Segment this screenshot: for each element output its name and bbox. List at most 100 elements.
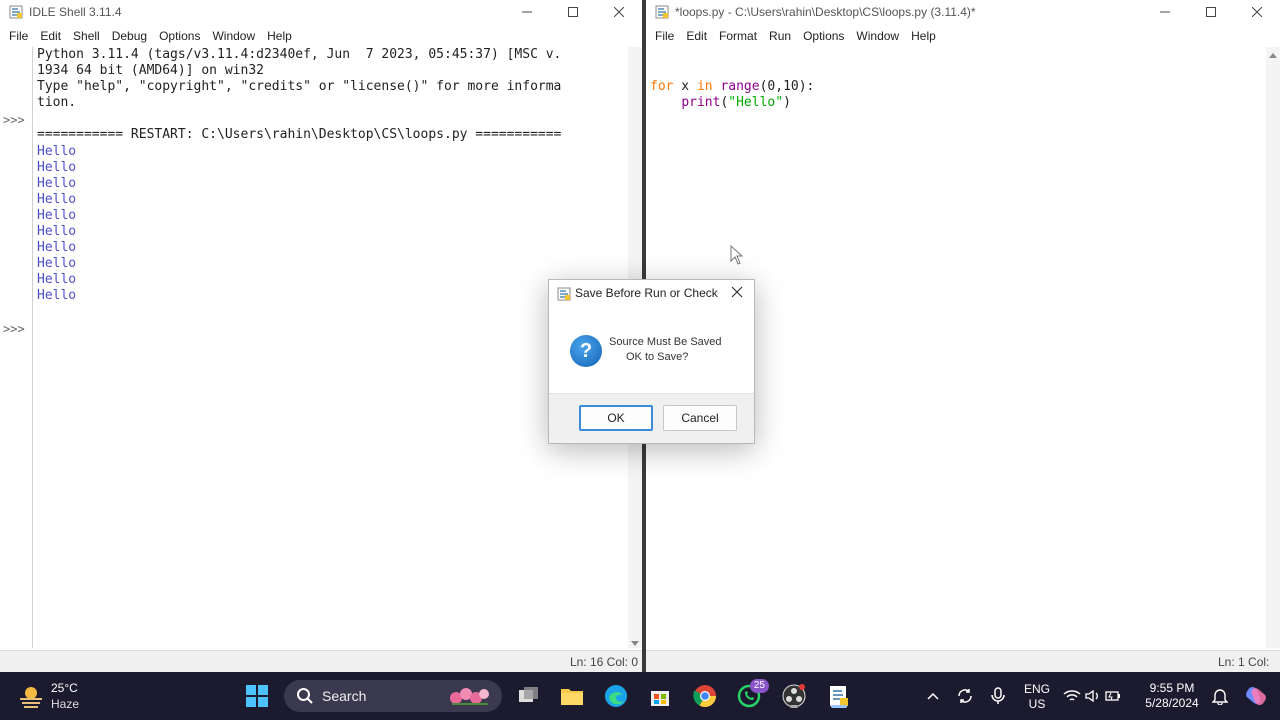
network-volume-battery-button[interactable] — [1062, 682, 1122, 710]
code-builtin: range — [720, 79, 760, 94]
code-line-1: for x in range(0,10): — [650, 79, 814, 95]
editor-menu-edit[interactable]: Edit — [680, 26, 713, 46]
code-keyword: in — [696, 79, 713, 94]
save-before-run-dialog: Save Before Run or Check ? Source Must B… — [548, 279, 755, 444]
wifi-icon — [1063, 690, 1081, 701]
chrome-button[interactable] — [691, 682, 719, 710]
folder-icon — [561, 689, 583, 705]
close-icon — [731, 286, 743, 298]
whatsapp-button[interactable]: 25 — [735, 679, 769, 710]
editor-statusbar: Ln: 1 Col: — [646, 650, 1280, 672]
code-args: (0,10): — [759, 79, 815, 94]
shell-output-line: Hello — [37, 159, 77, 175]
shell-restart-line: =========== RESTART: C:\Users\rahin\Desk… — [37, 127, 562, 143]
windows-start-icon — [246, 685, 268, 707]
shell-prompt-2: >>> — [3, 322, 25, 336]
shell-menu-window[interactable]: Window — [206, 26, 261, 46]
maximize-icon — [1206, 7, 1216, 17]
weather-widget[interactable] — [18, 684, 44, 711]
language-indicator[interactable]: ENG US — [1022, 682, 1052, 712]
edge-icon — [605, 685, 627, 707]
minimize-icon — [522, 11, 532, 13]
taskbar-search-box[interactable]: Search — [284, 680, 502, 712]
show-hidden-icons-button[interactable] — [921, 682, 945, 710]
editor-menu-window[interactable]: Window — [850, 26, 905, 46]
dialog-title: Save Before Run or Check — [575, 286, 718, 300]
region-code: US — [1028, 697, 1046, 711]
edge-browser-button[interactable] — [602, 682, 630, 710]
chrome-icon — [693, 685, 716, 707]
editor-scrollbar[interactable] — [1266, 47, 1280, 648]
minimize-icon — [1160, 11, 1170, 13]
task-view-icon — [519, 687, 538, 702]
editor-menu-format[interactable]: Format — [713, 26, 763, 46]
shell-menu-shell[interactable]: Shell — [67, 26, 106, 46]
shell-maximize-button[interactable] — [550, 0, 596, 24]
shell-text-area[interactable]: Python 3.11.4 (tags/v3.11.4:d2340ef, Jun… — [37, 47, 622, 305]
start-button[interactable] — [243, 682, 271, 710]
copilot-button[interactable] — [1242, 682, 1270, 710]
idle-taskbar-button[interactable] — [824, 682, 854, 710]
shell-output-line: Hello — [37, 272, 77, 288]
editor-minimize-button[interactable] — [1142, 0, 1188, 24]
close-icon — [614, 7, 624, 17]
sync-tray-button[interactable] — [953, 682, 977, 710]
shell-close-button[interactable] — [596, 0, 642, 24]
shell-output-line: Hello — [37, 207, 77, 223]
file-explorer-button[interactable] — [558, 682, 586, 710]
clock[interactable]: 9:55 PM 5/28/2024 — [1140, 681, 1204, 711]
shell-prompt-1: >>> — [3, 113, 25, 127]
obs-button[interactable] — [780, 682, 808, 710]
editor-menu-options[interactable]: Options — [797, 26, 850, 46]
scroll-down-icon[interactable] — [631, 641, 639, 646]
volume-icon — [1085, 689, 1098, 703]
shell-output-line: Hello — [37, 175, 77, 191]
python-app-icon — [655, 5, 669, 19]
dialog-message-line1: Source Must Be Saved — [609, 336, 722, 348]
code-line-2: print("Hello") — [650, 95, 814, 111]
shell-output-line: Hello — [37, 143, 77, 159]
shell-menu-debug[interactable]: Debug — [106, 26, 153, 46]
editor-close-button[interactable] — [1234, 0, 1280, 24]
weather-temperature: 25°C — [51, 681, 78, 695]
cancel-button[interactable]: Cancel — [663, 405, 737, 431]
chevron-up-icon — [927, 692, 939, 700]
search-icon — [297, 688, 313, 704]
shell-output-line: Hello — [37, 224, 77, 240]
dialog-message-line2: OK to Save? — [626, 351, 689, 363]
python-app-icon — [557, 287, 571, 304]
task-view-button[interactable] — [515, 682, 543, 710]
dialog-footer: OK Cancel — [549, 393, 754, 443]
ok-button[interactable]: OK — [579, 405, 653, 431]
shell-menubar: File Edit Shell Debug Options Window Hel… — [0, 26, 642, 46]
dialog-close-button[interactable] — [731, 286, 745, 300]
language-code: ENG — [1023, 682, 1050, 696]
store-button[interactable] — [646, 682, 674, 710]
shell-cursor-position: Ln: 16 Col: 0 — [569, 655, 638, 669]
shell-menu-edit[interactable]: Edit — [34, 26, 67, 46]
editor-menu-file[interactable]: File — [649, 26, 680, 46]
editor-code-area[interactable]: for x in range(0,10): print("Hello") — [650, 79, 814, 111]
editor-titlebar[interactable]: *loops.py - C:\Users\rahin\Desktop\CS\lo… — [646, 0, 1280, 24]
editor-menu-help[interactable]: Help — [905, 26, 942, 46]
shell-output-line: Hello — [37, 288, 77, 304]
shell-output-line: Hello — [37, 256, 77, 272]
shell-menu-file[interactable]: File — [3, 26, 34, 46]
shell-banner-line: Type "help", "copyright", "credits" or "… — [37, 79, 562, 95]
active-indicator — [831, 705, 847, 708]
scroll-up-icon[interactable] — [1269, 53, 1277, 58]
bell-icon — [1212, 689, 1228, 705]
shell-menu-options[interactable]: Options — [153, 26, 206, 46]
shell-minimize-button[interactable] — [504, 0, 550, 24]
taskbar: 25°C Haze Search 25 ENG US 9:55 PM 5/28/… — [0, 672, 1280, 720]
clock-time: 9:55 PM — [1149, 681, 1195, 695]
shell-titlebar[interactable]: IDLE Shell 3.11.4 — [0, 0, 642, 24]
notifications-button[interactable] — [1208, 682, 1232, 710]
editor-menu-run[interactable]: Run — [763, 26, 797, 46]
editor-maximize-button[interactable] — [1188, 0, 1234, 24]
python-app-icon — [9, 5, 23, 19]
code-keyword: for — [650, 79, 674, 94]
shell-menu-help[interactable]: Help — [261, 26, 298, 46]
microphone-tray-button[interactable] — [986, 682, 1010, 710]
editor-menubar: File Edit Format Run Options Window Help — [646, 26, 1280, 46]
